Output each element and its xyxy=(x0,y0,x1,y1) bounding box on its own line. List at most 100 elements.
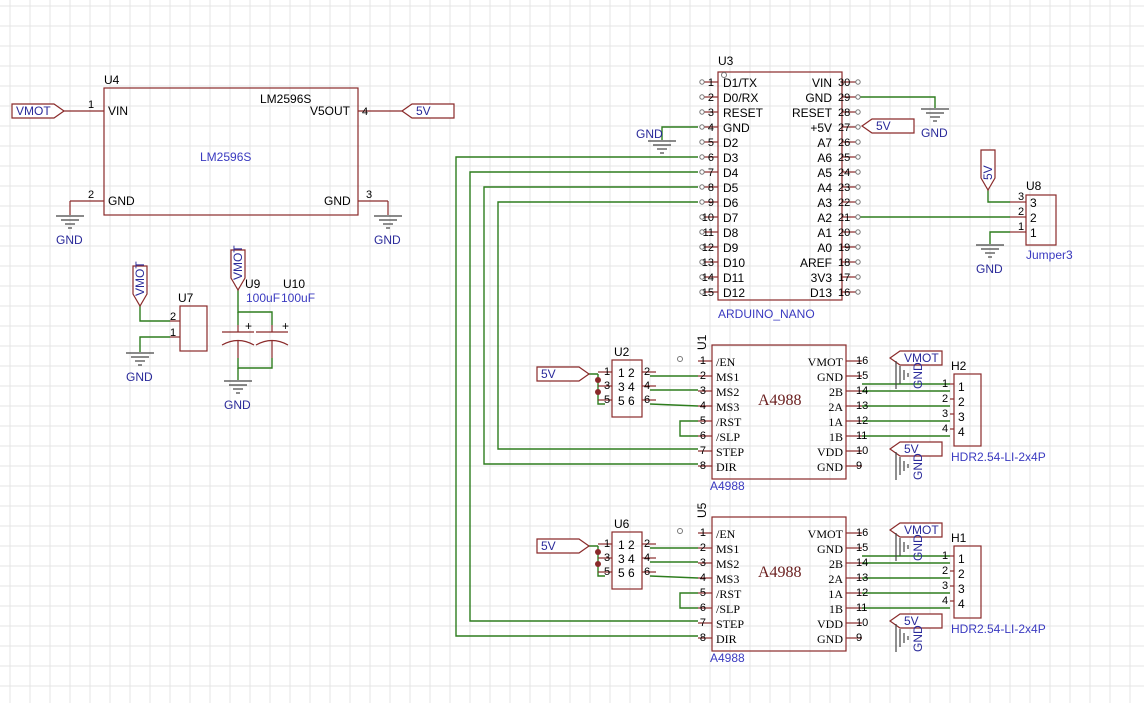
u9-designator: U9 xyxy=(245,277,261,291)
u7-connector[interactable]: U7 2 1 xyxy=(170,291,208,352)
u3-pin-label: D1/TX xyxy=(723,76,757,90)
u3-pin-label: A7 xyxy=(817,136,832,150)
u1-pin-label: 2B xyxy=(829,385,843,399)
u6-pin-num: 2 xyxy=(644,538,650,550)
u3-pin-num: 19 xyxy=(838,242,850,254)
u5-pin-label: 2A xyxy=(828,572,843,586)
u3-pin-label: D3 xyxy=(723,151,739,165)
u3-pin-num: 22 xyxy=(838,197,850,209)
u3-pin-num: 14 xyxy=(702,272,714,284)
u1-designator: U1 xyxy=(695,334,709,350)
net-flag-label: VMOT xyxy=(16,104,51,118)
u10-designator: U10 xyxy=(283,277,305,291)
u5-pin-num: 6 xyxy=(700,602,706,614)
u4-pin-num: 1 xyxy=(88,99,94,111)
u5-pin-num: 14 xyxy=(856,557,868,569)
h2-pin-num: 1 xyxy=(942,378,948,390)
u4-designator: U4 xyxy=(104,73,120,87)
u6-pin-num: 5 xyxy=(604,566,610,578)
u3-arduino-nano[interactable]: U3 ARDUINO_NANO 1 D1/TX2 D0/RX3 RESET4 GND5 D… xyxy=(699,54,861,321)
u5-pin-label: MS1 xyxy=(716,542,739,556)
h2-pin-label: 1 xyxy=(958,380,965,394)
u2-pin-num: 5 xyxy=(604,394,610,406)
u8-pin-label: 3 xyxy=(1030,196,1037,210)
u6-dip[interactable]: U6 1 1 2 3 3 4 5 5 6 2 4 6 xyxy=(595,517,656,590)
u5-pin-num: 9 xyxy=(856,632,862,644)
gnd-label: GND xyxy=(976,262,1003,276)
u1-pin-label: MS3 xyxy=(716,400,739,414)
h1-designator: H1 xyxy=(951,531,967,545)
u5-pin-num: 4 xyxy=(700,572,706,584)
u4-regulator[interactable]: U4 LM2596S LM2596S 1 VIN 2 GND 4 V5OUT 3… xyxy=(60,73,402,216)
u1-pin-label: /SLP xyxy=(716,430,740,444)
schematic-canvas[interactable]: U4 LM2596S LM2596S 1 VIN 2 GND 4 V5OUT 3… xyxy=(0,0,1144,703)
h1-pin-label: 2 xyxy=(958,567,965,581)
u1-pin-num: 6 xyxy=(700,430,706,442)
h1-pin-label: 1 xyxy=(958,552,965,566)
u4-pin-label: V5OUT xyxy=(310,104,351,118)
u2-pin-label: 5 6 xyxy=(618,394,635,408)
u1-pin-label: 2A xyxy=(828,400,843,414)
u3-pin-label: A2 xyxy=(817,211,832,225)
net-flag-label: 5V xyxy=(981,165,995,180)
h2-pin-num: 3 xyxy=(942,408,948,420)
u1-pin-label: MS1 xyxy=(716,370,739,384)
u3-pin-num: 30 xyxy=(838,77,850,89)
h1-pin-label: 3 xyxy=(958,582,965,596)
u3-pin-label: D6 xyxy=(723,196,739,210)
svg-text:+: + xyxy=(282,319,289,333)
u3-pin-num: 23 xyxy=(838,182,850,194)
u5-center-label: A4988 xyxy=(758,564,802,581)
u3-pin-num: 8 xyxy=(708,182,714,194)
net-flag-label: 5V xyxy=(876,119,891,133)
gnd-label: GND xyxy=(56,233,83,247)
u3-pin-num: 13 xyxy=(702,257,714,269)
u7-designator: U7 xyxy=(178,291,194,305)
u5-pin-label: MS3 xyxy=(716,572,739,586)
u1-pin-label: VDD xyxy=(817,445,843,459)
u1-pin-label: /EN xyxy=(716,355,736,369)
u3-pin-num: 9 xyxy=(708,197,714,209)
u1-pin-num: 15 xyxy=(856,370,868,382)
u2-pin-label: 1 2 xyxy=(618,366,635,380)
u5-pin-num: 2 xyxy=(700,542,706,554)
net-flag-label: 5V xyxy=(541,367,556,381)
u1-a4988-driver[interactable]: U1 A4988 A4988 1/EN 2 MS1 3 MS2 4 MS3 5/RST 6/SL… xyxy=(677,334,869,493)
u3-pin-num: 4 xyxy=(708,122,714,134)
u5-pin-num: 12 xyxy=(856,587,868,599)
u6-pin-num: 6 xyxy=(644,566,650,578)
h2-pin-num: 2 xyxy=(942,393,948,405)
gnd-label: GND xyxy=(374,233,401,247)
u3-pin-label: GND xyxy=(805,91,832,105)
u5-a4988-driver[interactable]: U5 A4988 A4988 1/EN 2 MS1 3 MS2 4 MS3 5/RST 6/SL… xyxy=(677,502,869,665)
u2-pin-num: 2 xyxy=(644,366,650,378)
u6-pin-label: 1 2 xyxy=(618,538,635,552)
u3-pin-num: 18 xyxy=(838,257,850,269)
u1-pin-label: /RST xyxy=(716,415,742,429)
u10-value: 100uF xyxy=(281,291,315,305)
u3-pin-num: 29 xyxy=(838,92,850,104)
u3-pin-num: 15 xyxy=(702,287,714,299)
u1-pin-num: 9 xyxy=(856,460,862,472)
u5-pin-label: /RST xyxy=(716,587,742,601)
u4-pin-num: 3 xyxy=(366,189,372,201)
u5-pin-label: DIR xyxy=(716,632,737,646)
gnd-label: GND xyxy=(126,370,153,384)
u3-pin-label: +5V xyxy=(810,121,832,135)
u1-pin-num: 2 xyxy=(700,370,706,382)
u8-jumper[interactable]: U8 Jumper3 3 32 21 1 xyxy=(1010,179,1073,262)
u3-pin-label: AREF xyxy=(800,256,832,270)
u8-pin-num: 2 xyxy=(1018,206,1024,218)
u5-pin-num: 3 xyxy=(700,557,706,569)
u5-pin-num: 11 xyxy=(856,602,867,614)
u1-pin-num: 7 xyxy=(700,445,706,457)
u1-pin-label: STEP xyxy=(716,445,744,459)
gnd-label: GND xyxy=(636,127,663,141)
u5-pin-num: 5 xyxy=(700,587,706,599)
u5-pin-num: 13 xyxy=(856,572,868,584)
u6-pin-label: 3 4 xyxy=(618,552,635,566)
h1-pin-num: 2 xyxy=(942,565,948,577)
u1-pin-label: GND xyxy=(817,460,843,474)
u1-center-label: A4988 xyxy=(758,392,802,409)
u3-pin-label: A6 xyxy=(817,151,832,165)
